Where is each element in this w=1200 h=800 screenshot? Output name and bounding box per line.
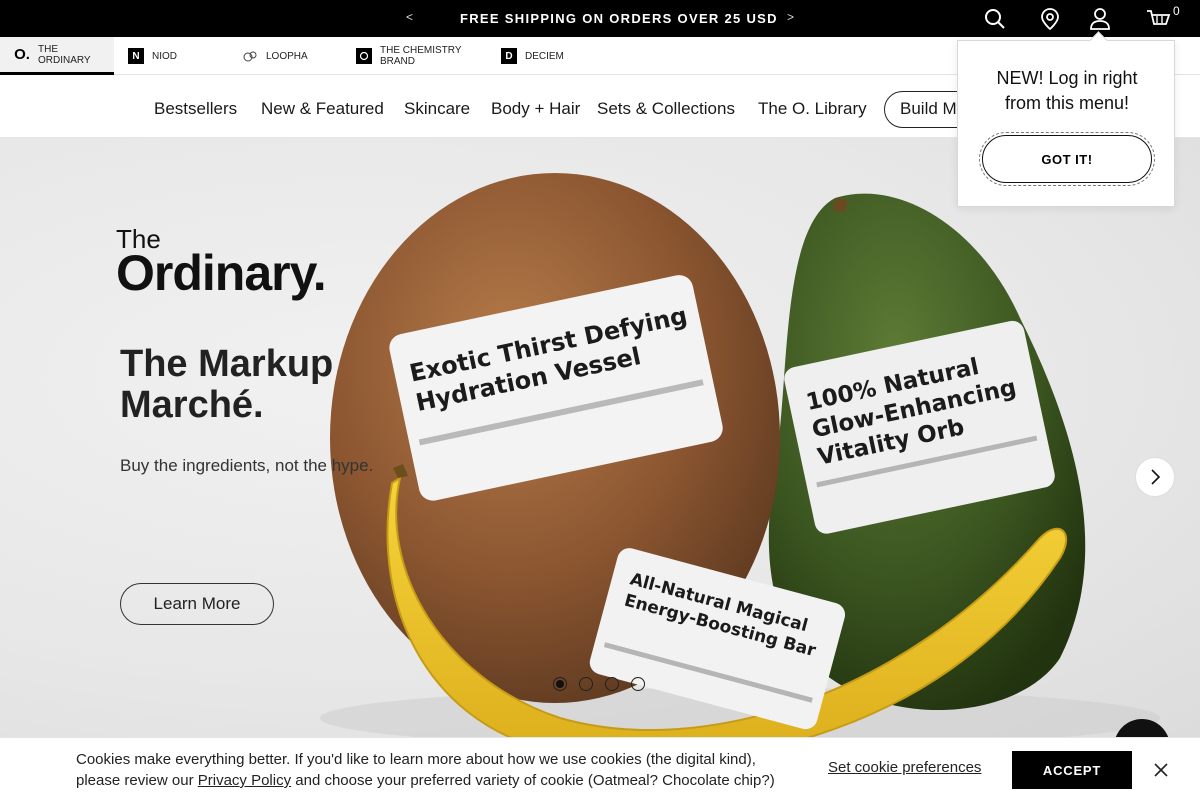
brand-tab-chemistry-brand[interactable]: THE CHEMISTRY BRAND xyxy=(356,37,470,75)
promo-message: FREE SHIPPING ON ORDERS OVER 25 USD xyxy=(460,11,778,26)
cookie-preferences-link[interactable]: Set cookie preferences xyxy=(828,759,981,776)
learn-more-button[interactable]: Learn More xyxy=(120,583,274,625)
cart-count-badge: 0 xyxy=(1173,4,1180,18)
promo-bar: < FREE SHIPPING ON ORDERS OVER 25 USD > … xyxy=(0,0,1200,37)
brand-label: THE CHEMISTRY BRAND xyxy=(380,45,462,67)
nav-item-body-hair[interactable]: Body + Hair xyxy=(491,99,580,119)
brand-label: DECIEM xyxy=(525,50,564,62)
brand-label: THE ORDINARY xyxy=(38,43,91,66)
loopha-logo-icon xyxy=(243,51,257,62)
cookie-text-end: and choose your preferred variety of coo… xyxy=(291,772,775,789)
promo-prev-button[interactable]: < xyxy=(406,10,413,24)
carousel-dot-1[interactable] xyxy=(553,677,567,691)
chemistry-brand-logo-icon xyxy=(356,48,372,64)
hero-carousel: Exotic Thirst Defying Hydration Vessel 1… xyxy=(0,138,1200,738)
carousel-dot-3[interactable] xyxy=(605,677,619,691)
accept-cookies-button[interactable]: ACCEPT xyxy=(1012,751,1132,789)
login-hint-popover: NEW! Log in right from this menu! GOT IT… xyxy=(957,40,1175,207)
location-pin-icon[interactable] xyxy=(1037,6,1063,32)
hero-subtext: Buy the ingredients, not the hype. xyxy=(120,456,374,475)
niod-logo-icon: N xyxy=(128,48,144,64)
cookie-message: Cookies make everything better. If you'd… xyxy=(76,749,796,791)
nav-item-sets-collections[interactable]: Sets & Collections xyxy=(597,99,735,119)
promo-next-button[interactable]: > xyxy=(787,10,794,24)
nav-item-new-featured[interactable]: New & Featured xyxy=(261,99,384,119)
popover-title: NEW! Log in right from this menu! xyxy=(996,68,1138,113)
brand-tab-loopha[interactable]: LOOPHA xyxy=(242,37,308,75)
account-icon[interactable] xyxy=(1087,6,1113,32)
the-ordinary-logo-icon: O. xyxy=(14,46,30,63)
hero-brand-logo: Ordinary. xyxy=(116,245,327,301)
hero-image: Exotic Thirst Defying Hydration Vessel 1… xyxy=(320,173,1160,738)
cookie-banner: Cookies make everything better. If you'd… xyxy=(0,737,1200,800)
search-icon[interactable] xyxy=(982,6,1008,32)
brand-tab-niod[interactable]: N NIOD xyxy=(128,37,177,75)
brand-tab-deciem[interactable]: D DECIEM xyxy=(501,37,564,75)
brand-label: LOOPHA xyxy=(266,50,308,62)
brand-tab-the-ordinary[interactable]: O. THE ORDINARY xyxy=(0,37,114,75)
hero-headline: The Markup Marché. xyxy=(120,343,334,426)
privacy-policy-link[interactable]: Privacy Policy xyxy=(198,772,291,789)
chevron-right-icon xyxy=(1151,469,1161,485)
cart-icon[interactable] xyxy=(1145,6,1171,32)
brand-label: NIOD xyxy=(152,50,177,62)
got-it-button[interactable]: GOT IT! xyxy=(979,132,1155,186)
close-icon[interactable] xyxy=(1152,761,1170,779)
carousel-next-button[interactable] xyxy=(1135,457,1175,497)
nav-item-o-library[interactable]: The O. Library xyxy=(758,99,867,119)
nav-item-skincare[interactable]: Skincare xyxy=(404,99,470,119)
carousel-dot-4[interactable] xyxy=(631,677,645,691)
carousel-dot-2[interactable] xyxy=(579,677,593,691)
deciem-logo-icon: D xyxy=(501,48,517,64)
nav-item-bestsellers[interactable]: Bestsellers xyxy=(154,99,237,119)
carousel-pagination xyxy=(553,677,645,691)
